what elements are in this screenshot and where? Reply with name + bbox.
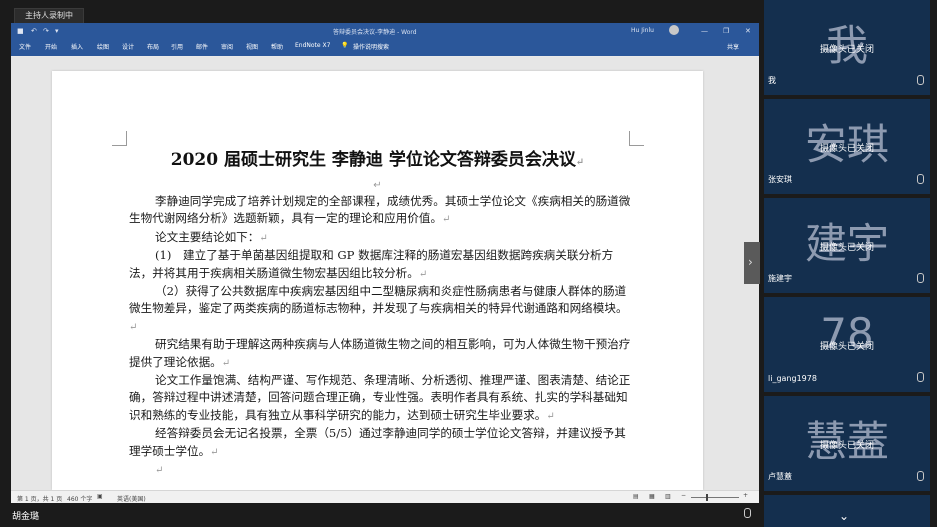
undo-icon[interactable]: ↶ [31,27,37,35]
redo-icon[interactable]: ↷ [43,27,49,35]
margin-mark-top-left [112,131,127,146]
paragraph-intro: 李静迪同学完成了培养计划规定的全部课程，成绩优秀。其硕士学位论文《疾病相关的肠道… [129,194,631,226]
participant-tile[interactable]: 78 摄像头已关闭 li_gang1978 [764,297,930,392]
document-title: 答辩委员会决议-李静迪 - Word [333,29,417,36]
zoom-in-icon[interactable]: + [743,492,748,499]
web-layout-icon[interactable]: ▥ [665,493,671,500]
tab-draw[interactable]: 绘图 [97,42,109,51]
ribbon-tabs: 文件 开始 插入 绘图 设计 布局 引用 邮件 审阅 视图 帮助 EndNote… [11,39,759,56]
tab-endnote[interactable]: EndNote X7 [295,42,330,49]
empty-paragraph: ↵ [373,180,382,191]
minimize-icon[interactable]: — [701,27,708,35]
user-avatar[interactable] [669,25,679,35]
participant-tile[interactable]: 慧蓋 摄像头已关闭 卢慧蓋 [764,396,930,491]
mic-icon [917,174,924,184]
participant-tile[interactable]: 建宇 摄像头已关闭 施建宇 [764,198,930,293]
chevron-down-icon[interactable]: ⌄ [839,509,849,523]
participant-name: 卢慧蓋 [768,472,792,481]
tab-design[interactable]: 设计 [122,42,134,51]
document-heading: 2020 届硕士研究生 李静迪 学位论文答辩委员会决议↵ [170,150,585,170]
camera-off-label: 摄像头已关闭 [819,342,874,352]
tab-mailings[interactable]: 邮件 [196,42,208,51]
print-layout-icon[interactable]: ▦ [649,493,655,500]
camera-off-label: 摄像头已关闭 [819,441,874,451]
document-page[interactable]: 2020 届硕士研究生 李静迪 学位论文答辩委员会决议↵ ↵ 李静迪同学完成了培… [52,71,703,490]
page-count[interactable]: 第 1 页，共 1 页 [17,494,62,503]
chevron-right-icon: › [748,255,753,269]
zoom-out-icon[interactable]: − [681,492,686,499]
participant-name: 施建宇 [768,274,792,283]
camera-off-label: 摄像头已关闭 [819,45,874,55]
paragraph-conclusion-1: (1) 建立了基于单菌基因组提取和 GP 数据库注释的肠道宏基因组数据跨疾病关联… [129,248,614,280]
lightbulb-icon: 💡 [341,42,349,49]
share-button[interactable]: 共享 [727,42,739,51]
save-icon[interactable]: ■ [17,27,24,35]
participant-name: 张安琪 [768,175,792,184]
language-indicator[interactable]: 英语(美国) [117,494,146,503]
paragraph-vote: 经答辩委员会无记名投票，全票（5/5）通过李静迪同学的硕士学位论文答辩，并建议授… [129,426,626,458]
tab-insert[interactable]: 插入 [71,42,83,51]
bottom-bar: 胡金璐 [0,503,760,527]
participant-name: 我 [768,76,776,85]
participant-tile-partial[interactable]: ⌄ [764,495,930,527]
margin-mark-top-right [629,131,644,146]
participant-tile[interactable]: 安琪 摄像头已关闭 张安琪 [764,99,930,194]
zoom-slider-thumb[interactable] [706,494,708,501]
camera-off-label: 摄像头已关闭 [819,243,874,253]
tab-layout[interactable]: 布局 [147,42,159,51]
paragraph-conclusion-2: （2）获得了公共数据库中疾病宏基因组中二型糖尿病和炎症性肠病患者与健康人群体的肠… [129,284,628,333]
participant-tile[interactable]: 我 摄像头已关闭 我 [764,0,930,95]
camera-off-label: 摄像头已关闭 [819,144,874,154]
tab-references[interactable]: 引用 [171,42,183,51]
participant-name: li_gang1978 [768,374,817,383]
tab-file[interactable]: 文件 [19,42,31,51]
read-mode-icon[interactable]: ▤ [633,493,639,500]
user-name: Hu Jinlu [631,27,654,34]
word-title-bar: ■ ↶ ↷ ▾ 答辩委员会决议-李静迪 - Word Hu Jinlu — ❐ … [11,23,759,39]
mic-icon [917,372,924,382]
restore-icon[interactable]: ❐ [723,27,729,35]
mic-icon[interactable] [744,508,751,518]
mic-icon [917,471,924,481]
paragraph-conclusions-heading: 论文主要结论如下：↵ [155,229,268,244]
tab-help[interactable]: 帮助 [271,42,283,51]
tab-review[interactable]: 审阅 [221,42,233,51]
word-count[interactable]: 460 个字 [67,494,92,503]
customize-icon[interactable]: ▾ [55,27,59,35]
tell-me-search[interactable]: 操作说明搜索 [353,42,389,51]
proofing-icon[interactable]: ▣ [97,493,103,500]
meeting-top-bar: 主持人录制中 [0,0,760,23]
document-body: 李静迪同学完成了培养计划规定的全部课程，成绩优秀。其硕士学位论文《疾病相关的肠道… [129,193,633,480]
close-icon[interactable]: ✕ [745,27,751,35]
tab-home[interactable]: 开始 [45,42,57,51]
paragraph-significance: 研究结果有助于理解这两种疾病与人体肠道微生物之间的相互影响，可为人体微生物干预治… [129,337,631,369]
host-recording-tab[interactable]: 主持人录制中 [14,8,84,23]
shared-screen-scroll-arrow[interactable]: › [744,242,760,284]
paragraph-empty: ↵ [155,465,164,477]
word-window: ■ ↶ ↷ ▾ 答辩委员会决议-李静迪 - Word Hu Jinlu — ❐ … [11,23,759,503]
presenter-name: 胡金璐 [12,512,40,522]
paragraph-evaluation: 论文工作量饱满、结构严谨、写作规范、条理清晰、分析透彻、推理严谨、图表清楚、结论… [129,373,631,422]
tab-view[interactable]: 视图 [246,42,258,51]
zoom-slider[interactable] [691,497,739,498]
mic-icon [917,75,924,85]
mic-icon [917,273,924,283]
status-bar: 第 1 页，共 1 页 460 个字 ▣ 英语(美国) ▤ ▦ ▥ − + [11,490,759,503]
